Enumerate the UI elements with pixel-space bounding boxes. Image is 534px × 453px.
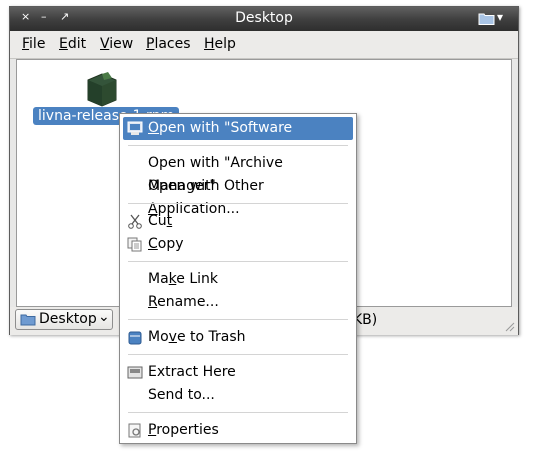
- menu-item-open-with-other-application[interactable]: Open with Other Application...: [123, 175, 353, 217]
- separator: [128, 261, 348, 262]
- software-installer-icon: [127, 121, 143, 135]
- menu-file[interactable]: File: [22, 36, 45, 52]
- menu-item-open-with-software-installer[interactable]: Open with "Software Installer": [123, 117, 353, 159]
- separator: [128, 145, 348, 146]
- properties-icon: [128, 423, 141, 438]
- menu-item-open-with-archive-manager[interactable]: Open with "Archive Manager": [123, 152, 353, 194]
- separator: [128, 203, 348, 204]
- menu-view[interactable]: View: [100, 36, 133, 52]
- menu-item-send-to[interactable]: Send to...: [123, 384, 353, 407]
- menu-places[interactable]: Places: [146, 36, 191, 52]
- folder-icon: [20, 314, 36, 326]
- location-label: Desktop: [39, 311, 97, 327]
- context-menu: Open with "Software Installer" Open with…: [119, 113, 357, 444]
- chevron-down-icon: ▾: [497, 10, 504, 24]
- window-title: Desktop: [235, 10, 293, 26]
- separator: [128, 319, 348, 320]
- extract-icon: [127, 366, 143, 379]
- folder-menu-button[interactable]: ▾: [478, 10, 508, 26]
- chevron-down-icon: ⌄: [98, 309, 110, 325]
- resize-grip-icon[interactable]: [503, 320, 515, 332]
- separator: [128, 354, 348, 355]
- menu-edit[interactable]: Edit: [59, 36, 86, 52]
- menu-bar: File Edit View Places Help: [10, 31, 518, 59]
- separator: [128, 412, 348, 413]
- trash-icon: [128, 331, 142, 345]
- menu-item-move-to-trash[interactable]: Move to Trash: [123, 326, 353, 349]
- menu-item-properties[interactable]: Properties: [123, 419, 353, 442]
- menu-item-cut[interactable]: Cut: [123, 210, 353, 233]
- copy-icon: [127, 237, 142, 252]
- menu-item-copy[interactable]: Copy: [123, 233, 353, 256]
- menu-item-make-link[interactable]: Make Link: [123, 268, 353, 291]
- scissors-icon: [128, 214, 142, 229]
- menu-item-rename[interactable]: Rename...: [123, 291, 353, 314]
- folder-icon: [478, 13, 495, 25]
- menu-help[interactable]: Help: [204, 36, 236, 52]
- location-dropdown[interactable]: Desktop ⌄: [15, 309, 113, 330]
- package-icon[interactable]: [82, 68, 122, 108]
- title-bar[interactable]: × – ↗ Desktop ▾: [10, 7, 518, 31]
- menu-item-extract-here[interactable]: Extract Here: [123, 361, 353, 384]
